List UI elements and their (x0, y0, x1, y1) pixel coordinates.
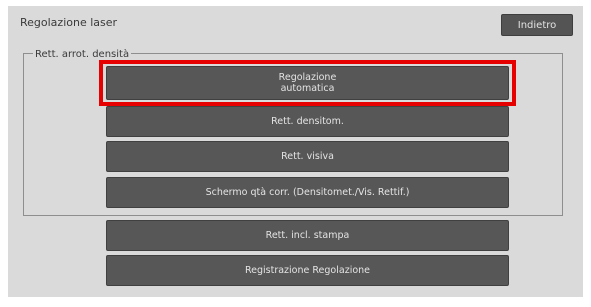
auto-adjust-button[interactable]: Regolazione automatica (106, 66, 509, 100)
page-title: Regolazione laser (20, 16, 118, 29)
visual-adjust-button[interactable]: Rett. visiva (106, 141, 509, 172)
registration-adjust-button[interactable]: Registrazione Regolazione (106, 255, 509, 286)
auto-adjust-label-line2: automatica (280, 83, 335, 94)
correction-screen-button[interactable]: Schermo qtà corr. (Densitomet./Vis. Rett… (106, 177, 509, 208)
densitometer-adjust-button[interactable]: Rett. densitom. (106, 106, 509, 137)
auto-adjust-label-line1: Regolazione (278, 72, 337, 83)
print-tilt-adjust-button[interactable]: Rett. incl. stampa (106, 220, 509, 251)
density-adjust-group-label: Rett. arrot. densità (33, 49, 132, 60)
laser-adjust-panel: Regolazione laser Indietro Rett. arrot. … (8, 6, 583, 297)
back-button[interactable]: Indietro (501, 14, 573, 36)
